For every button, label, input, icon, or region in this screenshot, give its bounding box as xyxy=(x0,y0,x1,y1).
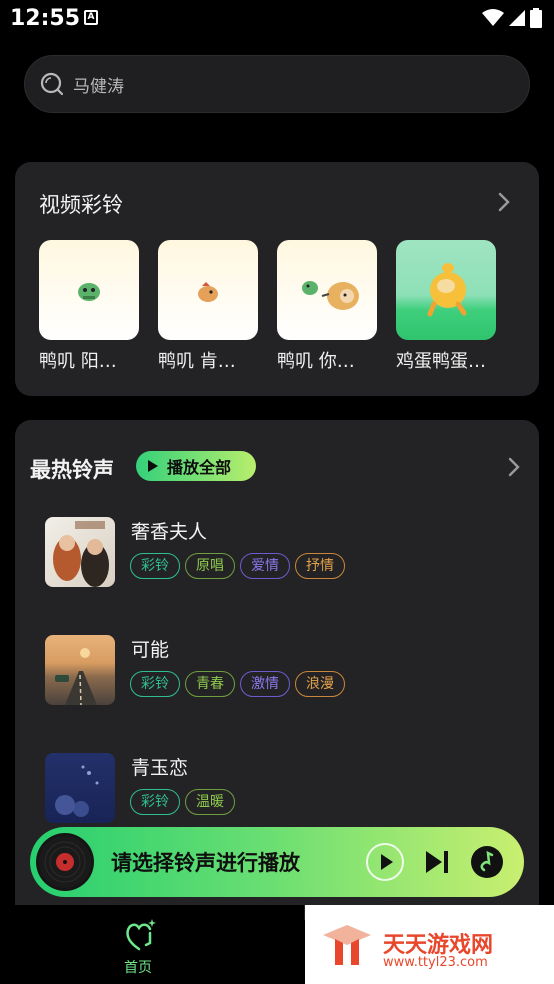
section-title-video: 视频彩铃 xyxy=(39,193,123,217)
song-tags-1: 彩铃 原唱 爱情 抒情 xyxy=(130,553,345,579)
tag: 青春 xyxy=(185,671,235,697)
section-title-hot: 最热铃声 xyxy=(30,458,114,482)
watermark-url: www.ttyl23.com xyxy=(383,955,488,970)
tag: 浪漫 xyxy=(295,671,345,697)
album-cover-1 xyxy=(45,517,115,587)
status-icons xyxy=(482,8,542,28)
album-cover-3 xyxy=(45,753,115,823)
vinyl-disc-icon xyxy=(36,833,94,891)
watermark-banner: 天天游戏网 www.ttyl23.com xyxy=(305,905,554,984)
chevron-right-icon[interactable] xyxy=(497,192,511,212)
video-caption-3: 鸭叽 你… xyxy=(277,351,355,372)
chevron-right-icon[interactable] xyxy=(507,457,521,477)
play-all-label: 播放全部 xyxy=(167,458,232,477)
tag: 彩铃 xyxy=(130,553,180,579)
video-caption-2: 鸭叽 肯… xyxy=(158,351,236,372)
song-tags-2: 彩铃 青春 激情 浪漫 xyxy=(130,671,345,697)
search-placeholder: 马健涛 xyxy=(73,76,124,97)
song-item-2[interactable]: 可能 彩铃 青春 激情 浪漫 xyxy=(45,635,515,707)
tag: 激情 xyxy=(240,671,290,697)
signal-icon xyxy=(509,10,525,26)
search-icon xyxy=(40,72,64,96)
video-thumb-1[interactable] xyxy=(39,240,139,340)
tag: 抒情 xyxy=(295,553,345,579)
player-prompt: 请选择铃声进行播放 xyxy=(111,851,300,875)
home-tab-icon[interactable] xyxy=(122,915,158,953)
next-track-button[interactable] xyxy=(424,849,452,875)
video-thumb-2[interactable] xyxy=(158,240,258,340)
egg-character-image xyxy=(427,263,467,317)
status-time: 12:55 xyxy=(10,6,81,31)
battery-icon xyxy=(530,8,542,28)
tag: 爱情 xyxy=(240,553,290,579)
video-thumb-3[interactable] xyxy=(277,240,377,340)
song-title-2: 可能 xyxy=(131,639,170,661)
video-thumb-4[interactable] xyxy=(396,240,496,340)
mini-player[interactable]: 请选择铃声进行播放 xyxy=(30,827,524,897)
watermark-logo-icon xyxy=(323,925,371,965)
music-note-icon[interactable] xyxy=(470,845,504,879)
tag: 彩铃 xyxy=(130,671,180,697)
cartoon-sticker-image xyxy=(302,281,359,310)
duck-sticker-image xyxy=(78,283,100,301)
video-caption-1: 鸭叽 阳… xyxy=(39,351,117,372)
song-title-1: 奢香夫人 xyxy=(131,521,208,543)
tag: 彩铃 xyxy=(130,789,180,815)
song-tags-3: 彩铃 温暖 xyxy=(130,789,235,815)
status-bar: 12:55 A xyxy=(0,0,554,38)
video-ringtone-section: 视频彩铃 鸭叽 阳… 鸭叽 肯… 鸭叽 你… 鸡蛋鸭蛋… xyxy=(15,162,539,396)
notification-icon: A xyxy=(84,10,98,25)
song-title-3: 青玉恋 xyxy=(131,757,189,779)
search-input[interactable]: 马健涛 xyxy=(24,55,530,113)
song-item-1[interactable]: 奢香夫人 彩铃 原唱 爱情 抒情 xyxy=(45,517,515,589)
tag: 温暖 xyxy=(185,789,235,815)
video-caption-4: 鸡蛋鸭蛋… xyxy=(396,351,486,372)
album-cover-2 xyxy=(45,635,115,705)
tab-home-label[interactable]: 首页 xyxy=(124,957,152,977)
play-all-button[interactable]: 播放全部 xyxy=(136,451,256,481)
wifi-icon xyxy=(482,9,504,26)
tag: 原唱 xyxy=(185,553,235,579)
play-icon xyxy=(148,460,158,472)
chicken-sticker-image xyxy=(198,282,218,302)
bottom-nav: 首页 xyxy=(0,905,304,984)
song-item-3[interactable]: 青玉恋 彩铃 温暖 xyxy=(45,753,515,825)
play-button[interactable] xyxy=(365,842,405,882)
